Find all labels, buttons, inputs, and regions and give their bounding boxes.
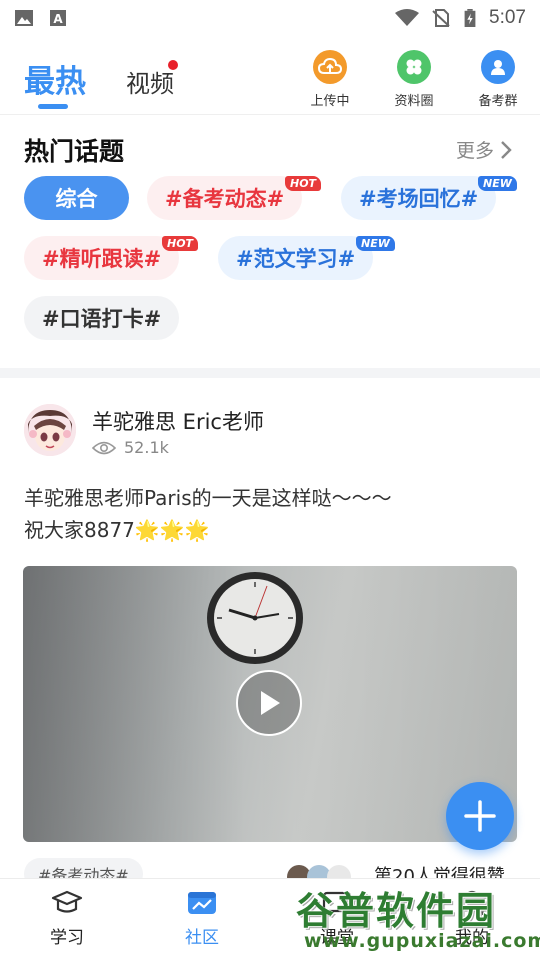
topic-chip-label: #精听跟读# <box>42 247 162 271</box>
view-count: 52.1k <box>92 438 169 457</box>
section-separator <box>0 368 540 378</box>
tab-active-indicator <box>38 104 68 109</box>
post-text-line: 羊驼雅思老师Paris的一天是这样哒～～～ <box>24 486 392 510</box>
new-badge: NEW <box>478 176 517 191</box>
watermark-text: 谷普软件园 <box>296 889 497 933</box>
top-nav: 最热 视频 上传中 资料圈 备考群 <box>0 40 540 114</box>
more-label: 更多 <box>455 140 494 162</box>
topic-chip-general[interactable]: 综合 <box>24 176 129 220</box>
post-video[interactable] <box>23 566 517 842</box>
divider <box>0 114 540 115</box>
topic-chip-exam-recall[interactable]: #考场回忆# <box>341 176 497 220</box>
post-text-line: 祝大家8877🌟🌟🌟 <box>24 518 210 542</box>
plus-icon <box>464 800 496 832</box>
materials-label: 资料圈 <box>394 94 434 109</box>
play-icon <box>261 691 280 715</box>
community-page: A 5:07 最热 视频 上传中 资料圈 备考群 热门话题 更多 综合 #备考动… <box>0 0 540 960</box>
wifi-icon <box>395 9 420 26</box>
materials-button[interactable]: 资料圈 <box>382 50 446 109</box>
nav-label: 学习 <box>50 928 84 948</box>
study-group-button[interactable]: 备考群 <box>466 50 530 109</box>
new-badge: NEW <box>356 236 395 251</box>
image-icon <box>15 10 33 26</box>
status-time: 5:07 <box>489 7 526 28</box>
nav-label: 社区 <box>185 928 219 948</box>
chevron-right-icon <box>501 140 512 159</box>
graduation-cap-icon <box>51 890 83 913</box>
author-name[interactable]: 羊驼雅思 Eric老师 <box>92 406 264 436</box>
author-avatar[interactable] <box>24 404 76 456</box>
tab-video[interactable]: 视频 <box>126 64 174 99</box>
hot-badge: HOT <box>162 236 199 251</box>
post-text[interactable]: 羊驼雅思老师Paris的一天是这样哒～～～ 祝大家8877🌟🌟🌟 <box>24 482 516 546</box>
svg-text:A: A <box>53 12 63 26</box>
tab-hot[interactable]: 最热 <box>24 56 86 101</box>
view-count-value: 52.1k <box>124 438 169 457</box>
topic-chip-label: #范文学习# <box>236 247 356 271</box>
topic-chip-label: #考场回忆# <box>359 187 479 211</box>
create-post-button[interactable] <box>446 782 514 850</box>
topic-chip-exam-news[interactable]: #备考动态# <box>147 176 303 220</box>
watermark-url: www.gupuxiazai.com <box>304 930 540 952</box>
topic-chip-label: 综合 <box>55 187 98 211</box>
nav-item-community[interactable]: 社区 <box>157 889 247 948</box>
study-group-label: 备考群 <box>478 94 518 109</box>
a-text-icon: A <box>50 10 66 26</box>
clover-icon <box>397 50 431 84</box>
upload-label: 上传中 <box>310 94 350 109</box>
topic-chip-listening[interactable]: #精听跟读# <box>24 236 180 280</box>
site-watermark: 谷普软件园 www.gupuxiazai.com <box>296 880 540 960</box>
status-bar: A 5:07 <box>0 0 540 36</box>
no-sim-icon <box>432 9 450 27</box>
topic-chip-speaking[interactable]: #口语打卡# <box>24 296 180 340</box>
cloud-upload-icon <box>313 50 347 84</box>
nav-item-study[interactable]: 学习 <box>22 889 112 948</box>
topic-chip-label: #口语打卡# <box>42 307 162 331</box>
community-chart-icon <box>188 892 216 914</box>
eye-icon <box>92 441 116 454</box>
topic-chip-label: #备考动态# <box>165 187 285 211</box>
more-link[interactable]: 更多 <box>456 136 512 163</box>
topic-chip-essays[interactable]: #范文学习# <box>218 236 374 280</box>
notification-dot <box>168 60 178 70</box>
hot-badge: HOT <box>285 176 322 191</box>
play-button[interactable] <box>236 670 302 736</box>
user-group-icon <box>481 50 515 84</box>
hot-topics-title: 热门话题 <box>24 137 125 166</box>
battery-charging-icon <box>464 9 476 27</box>
upload-button[interactable]: 上传中 <box>298 50 362 109</box>
